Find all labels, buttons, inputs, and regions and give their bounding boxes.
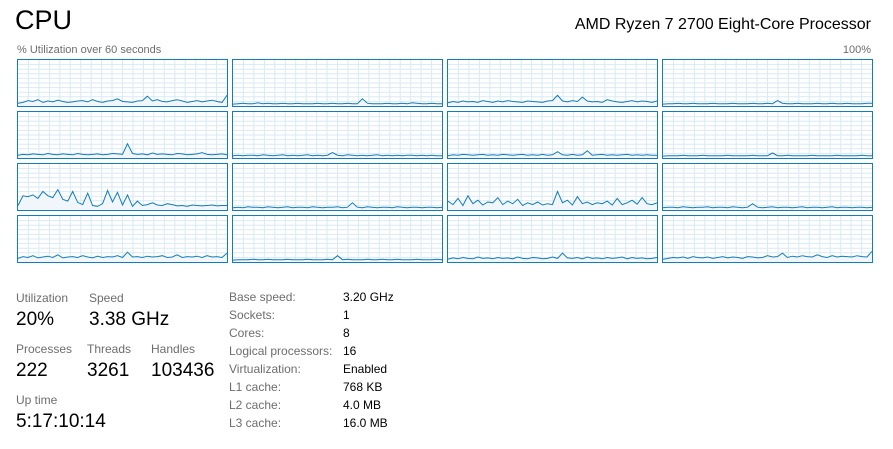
cpu-details: Base speed: 3.20 GHz Sockets: 1 Cores: 8 Lo… — [229, 290, 469, 434]
detail-key: Base speed: — [229, 290, 296, 304]
cpu-graph-2[interactable] — [447, 59, 658, 107]
cpu-graph-4[interactable] — [17, 111, 228, 159]
cpu-graph-0[interactable] — [17, 59, 228, 107]
detail-key: L1 cache: — [229, 380, 282, 394]
speed-value: 3.38 GHz — [89, 309, 170, 330]
cpu-graph-plot — [663, 164, 872, 210]
speed-label: Speed — [89, 291, 124, 305]
detail-value: Enabled — [343, 362, 388, 376]
cpu-graph-plot — [233, 112, 442, 158]
detail-row-l2-cache: L2 cache: 4.0 MB — [229, 398, 469, 416]
detail-value: 16.0 MB — [343, 416, 388, 430]
detail-row-l1-cache: L1 cache: 768 KB — [229, 380, 469, 398]
cpu-graph-plot — [663, 60, 872, 106]
detail-value: 16 — [343, 344, 357, 358]
detail-key: Cores: — [229, 326, 265, 340]
cpu-graph-plot — [663, 112, 872, 158]
detail-key: Virtualization: — [229, 362, 301, 376]
cpu-graph-plot — [18, 164, 227, 210]
uptime-label: Up time — [16, 393, 58, 407]
cpu-graph-plot — [663, 216, 872, 262]
page-title: CPU — [15, 5, 73, 35]
detail-value: 1 — [343, 308, 350, 322]
cpu-graph-plot — [233, 60, 442, 106]
handles-label: Handles — [151, 342, 196, 356]
detail-row-base-speed: Base speed: 3.20 GHz — [229, 290, 469, 308]
detail-row-l3-cache: L3 cache: 16.0 MB — [229, 416, 469, 434]
cpu-graph-12[interactable] — [17, 215, 228, 263]
threads-value: 3261 — [87, 360, 130, 381]
detail-value: 8 — [343, 326, 350, 340]
detail-row-virtualization: Virtualization: Enabled — [229, 362, 469, 380]
cpu-graph-10[interactable] — [447, 163, 658, 211]
cpu-graph-15[interactable] — [662, 215, 873, 263]
processor-name: AMD Ryzen 7 2700 Eight-Core Processor — [574, 16, 871, 33]
cpu-graph-plot — [233, 164, 442, 210]
cpu-graph-7[interactable] — [662, 111, 873, 159]
cpu-graph-1[interactable] — [232, 59, 443, 107]
logical-processor-graphs[interactable] — [17, 59, 873, 263]
cpu-graph-plot — [448, 164, 657, 210]
cpu-graph-6[interactable] — [447, 111, 658, 159]
uptime-value: 5:17:10:14 — [16, 411, 106, 432]
cpu-graph-plot — [18, 216, 227, 262]
detail-row-sockets: Sockets: 1 — [229, 308, 469, 326]
utilization-label: Utilization — [16, 291, 69, 305]
cpu-graph-8[interactable] — [17, 163, 228, 211]
threads-label: Threads — [87, 342, 132, 356]
detail-value: 4.0 MB — [343, 398, 382, 412]
detail-value: 3.20 GHz — [343, 290, 394, 304]
cpu-graph-14[interactable] — [447, 215, 658, 263]
cpu-graph-plot — [18, 112, 227, 158]
detail-key: Sockets: — [229, 308, 276, 322]
detail-value: 768 KB — [343, 380, 383, 394]
cpu-graph-plot — [448, 112, 657, 158]
cpu-graph-plot — [448, 216, 657, 262]
detail-key: L2 cache: — [229, 398, 282, 412]
cpu-graph-11[interactable] — [662, 163, 873, 211]
cpu-graph-9[interactable] — [232, 163, 443, 211]
detail-row-cores: Cores: 8 — [229, 326, 469, 344]
detail-key: Logical processors: — [229, 344, 333, 358]
cpu-graph-3[interactable] — [662, 59, 873, 107]
detail-key: L3 cache: — [229, 416, 282, 430]
processes-value: 222 — [16, 360, 48, 381]
cpu-graph-plot — [18, 60, 227, 106]
cpu-graph-13[interactable] — [232, 215, 443, 263]
cpu-graph-plot — [448, 60, 657, 106]
utilization-value: 20% — [16, 309, 55, 330]
handles-value: 103436 — [151, 360, 215, 381]
cpu-graph-plot — [233, 216, 442, 262]
graph-max-label: 100% — [842, 44, 871, 56]
detail-row-logical-processors: Logical processors: 16 — [229, 344, 469, 362]
cpu-graph-5[interactable] — [232, 111, 443, 159]
graph-caption: % Utilization over 60 seconds — [17, 44, 162, 56]
processes-label: Processes — [16, 342, 73, 356]
